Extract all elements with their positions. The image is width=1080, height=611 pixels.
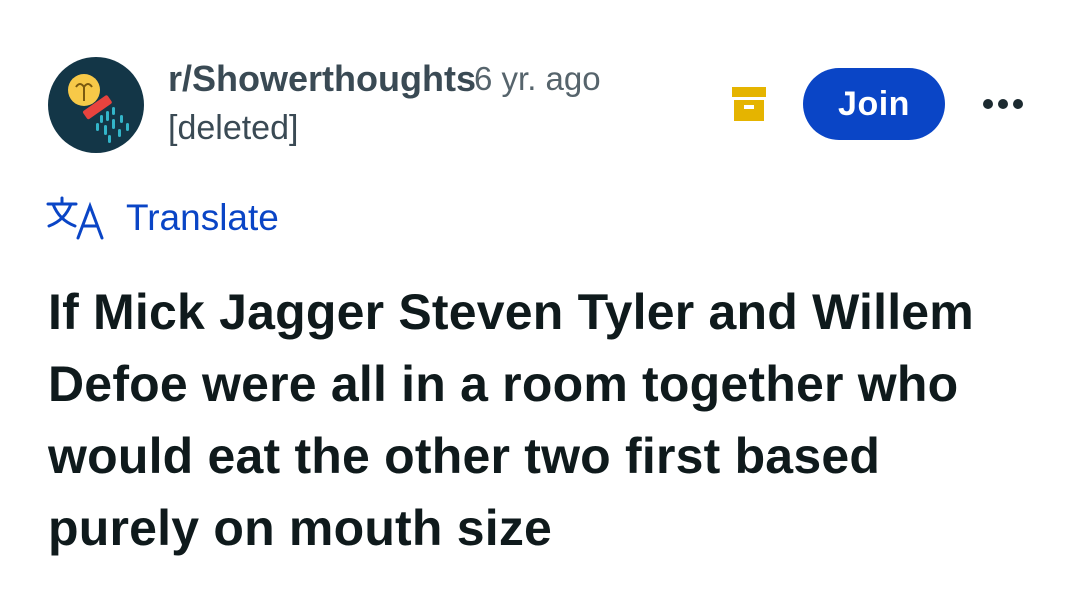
- post-title[interactable]: If Mick Jagger Steven Tyler and Willem D…: [48, 276, 1038, 564]
- translate-icon: [46, 196, 104, 240]
- translate-label: Translate: [126, 197, 279, 238]
- more-options-icon: [983, 99, 1023, 109]
- subreddit-name[interactable]: r/Showerthoughts: [168, 57, 476, 101]
- post-author[interactable]: [deleted]: [168, 106, 298, 150]
- archive-icon: [732, 87, 766, 121]
- join-button[interactable]: Join: [803, 68, 945, 140]
- subreddit-avatar[interactable]: [48, 57, 144, 153]
- archive-button[interactable]: [732, 87, 766, 121]
- post-age: 6 yr. ago: [474, 60, 601, 97]
- showerthoughts-logo-icon: [68, 74, 129, 143]
- more-options-button[interactable]: [980, 90, 1026, 118]
- translate-button[interactable]: Translate: [46, 192, 279, 244]
